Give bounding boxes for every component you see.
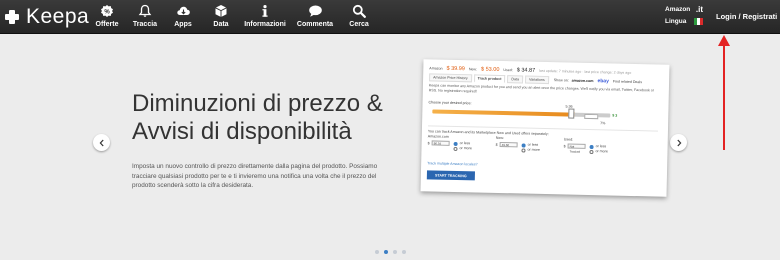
preview-radio-more-label: or more <box>527 147 540 152</box>
main-nav: % Offerte Traccia Apps Data Informazioni… <box>88 3 378 28</box>
chevron-left-icon <box>99 139 104 146</box>
preview-show-on: Show on: <box>553 78 569 83</box>
carousel-dot-active[interactable] <box>384 250 388 254</box>
preview-col-input: 49.60 <box>499 141 518 148</box>
italy-flag-icon[interactable] <box>694 17 703 25</box>
preview-col-amazon: Amazon.com $96.34 or less or more <box>427 134 489 151</box>
nav-label-offers: Offerte <box>95 21 119 28</box>
preview-new-label: New: <box>468 67 478 72</box>
offers-icon: % <box>99 3 115 19</box>
preview-radio-more-label: or more <box>459 146 472 151</box>
preview-col-name: New: <box>495 135 505 141</box>
preview-used-price: $ 34.87 <box>516 67 536 74</box>
preview-col-input: Not Tracked <box>567 143 586 154</box>
preview-col-input: 96.34 <box>431 140 450 146</box>
nav-label-data: Data <box>213 21 229 28</box>
nav-item-apps[interactable]: Apps <box>164 3 202 28</box>
preview-amazon-price: $ 39.99 <box>446 65 465 73</box>
preview-slider-price: $ 3 <box>612 113 618 118</box>
box-icon <box>213 3 229 19</box>
nav-item-info[interactable]: Informazioni <box>240 3 290 28</box>
language-label: Lingua <box>665 17 687 25</box>
preview-start-tracking-button: START TRACKING <box>426 170 475 181</box>
store-tld: .it <box>695 4 703 14</box>
preview-col-new: New: $49.60 or less or more <box>495 136 557 153</box>
preview-radio-more: or more <box>589 149 625 155</box>
preview-amazon-logo: amazon.com <box>571 78 594 84</box>
preview-tab-track: Track product <box>473 74 506 84</box>
download-cloud-icon <box>175 3 191 19</box>
preview-new-price: $ 53.00 <box>480 66 500 73</box>
preview-find-deals: Find related Deals <box>612 79 643 85</box>
annotation-arrow-icon <box>718 35 730 150</box>
preview-tab-history: Amazon Price History <box>429 73 472 83</box>
preview-tab-variations: Variations <box>524 75 549 85</box>
preview-amazon-label: Amazon <box>429 66 443 71</box>
search-icon <box>351 3 367 19</box>
nav-label-comments: Commenta <box>296 21 334 28</box>
preview-col-used: Used: $ Not Tracked or less or more <box>563 137 625 154</box>
nav-label-tracking: Traccia <box>132 21 158 28</box>
preview-multi-locale-link: Track multiple Amazon locales? <box>427 161 478 167</box>
carousel-dot[interactable] <box>402 250 406 254</box>
nav-item-tracking[interactable]: Traccia <box>126 3 164 28</box>
nav-item-data[interactable]: Data <box>202 3 240 28</box>
top-navbar: Keepa % Offerte Traccia Apps Data Inform… <box>0 0 780 34</box>
hero-description: Imposta un nuovo controllo di prezzo dir… <box>132 163 378 189</box>
tracking-preview-image: Amazon $ 39.99 New: $ 53.00 Used: $ 34.8… <box>420 59 670 197</box>
preview-radio-more: or more <box>521 147 557 153</box>
nav-label-apps: Apps <box>174 21 192 28</box>
preview-choose-price: Choose your desired price: <box>428 100 472 106</box>
chevron-right-icon <box>676 139 681 146</box>
hero-title: Diminuzioni di prezzo & Avvisi di dispon… <box>132 90 383 145</box>
preview-radio-more: or more <box>453 146 489 152</box>
preview-col-name: Amazon.com <box>427 134 449 139</box>
info-icon <box>257 3 273 19</box>
store-label: Amazon <box>665 5 691 13</box>
region-selector[interactable]: Amazon .it Lingua <box>665 3 703 27</box>
nav-item-search[interactable]: Cerca <box>340 3 378 28</box>
nav-item-comments[interactable]: Commenta <box>290 3 340 28</box>
carousel-dot[interactable] <box>393 250 397 254</box>
login-register-link[interactable]: Login / Registrati <box>716 12 777 21</box>
preview-tracking-columns: Amazon.com $96.34 or less or more New: $… <box>427 134 631 155</box>
carousel-indicators <box>375 250 411 254</box>
preview-radio-more-label: or more <box>595 149 608 154</box>
chat-icon <box>307 3 323 19</box>
preview-col-name: Used: <box>563 137 574 142</box>
preview-used-label: Used: <box>503 68 513 73</box>
nav-item-offers[interactable]: % Offerte <box>88 3 126 28</box>
brand-name: Keepa <box>26 5 90 28</box>
preview-slider-knob <box>568 108 575 119</box>
preview-tab-data: Data <box>507 75 524 84</box>
preview-ebay-logo: ebay <box>597 78 609 85</box>
carousel-prev-button[interactable] <box>93 134 110 151</box>
svg-text:%: % <box>104 9 110 15</box>
preview-slider-box <box>584 113 599 120</box>
carousel-next-button[interactable] <box>670 134 687 151</box>
plus-logo-icon <box>4 9 20 25</box>
nav-label-search: Cerca <box>349 21 369 28</box>
nav-label-info: Informazioni <box>244 21 286 28</box>
brand-logo[interactable]: Keepa <box>2 5 89 29</box>
preview-slider-percent: 7% <box>600 121 606 126</box>
carousel-dot[interactable] <box>375 250 379 254</box>
preview-update-note: last update: 7 minutes ago · last price … <box>539 68 632 75</box>
bell-icon <box>137 3 153 19</box>
